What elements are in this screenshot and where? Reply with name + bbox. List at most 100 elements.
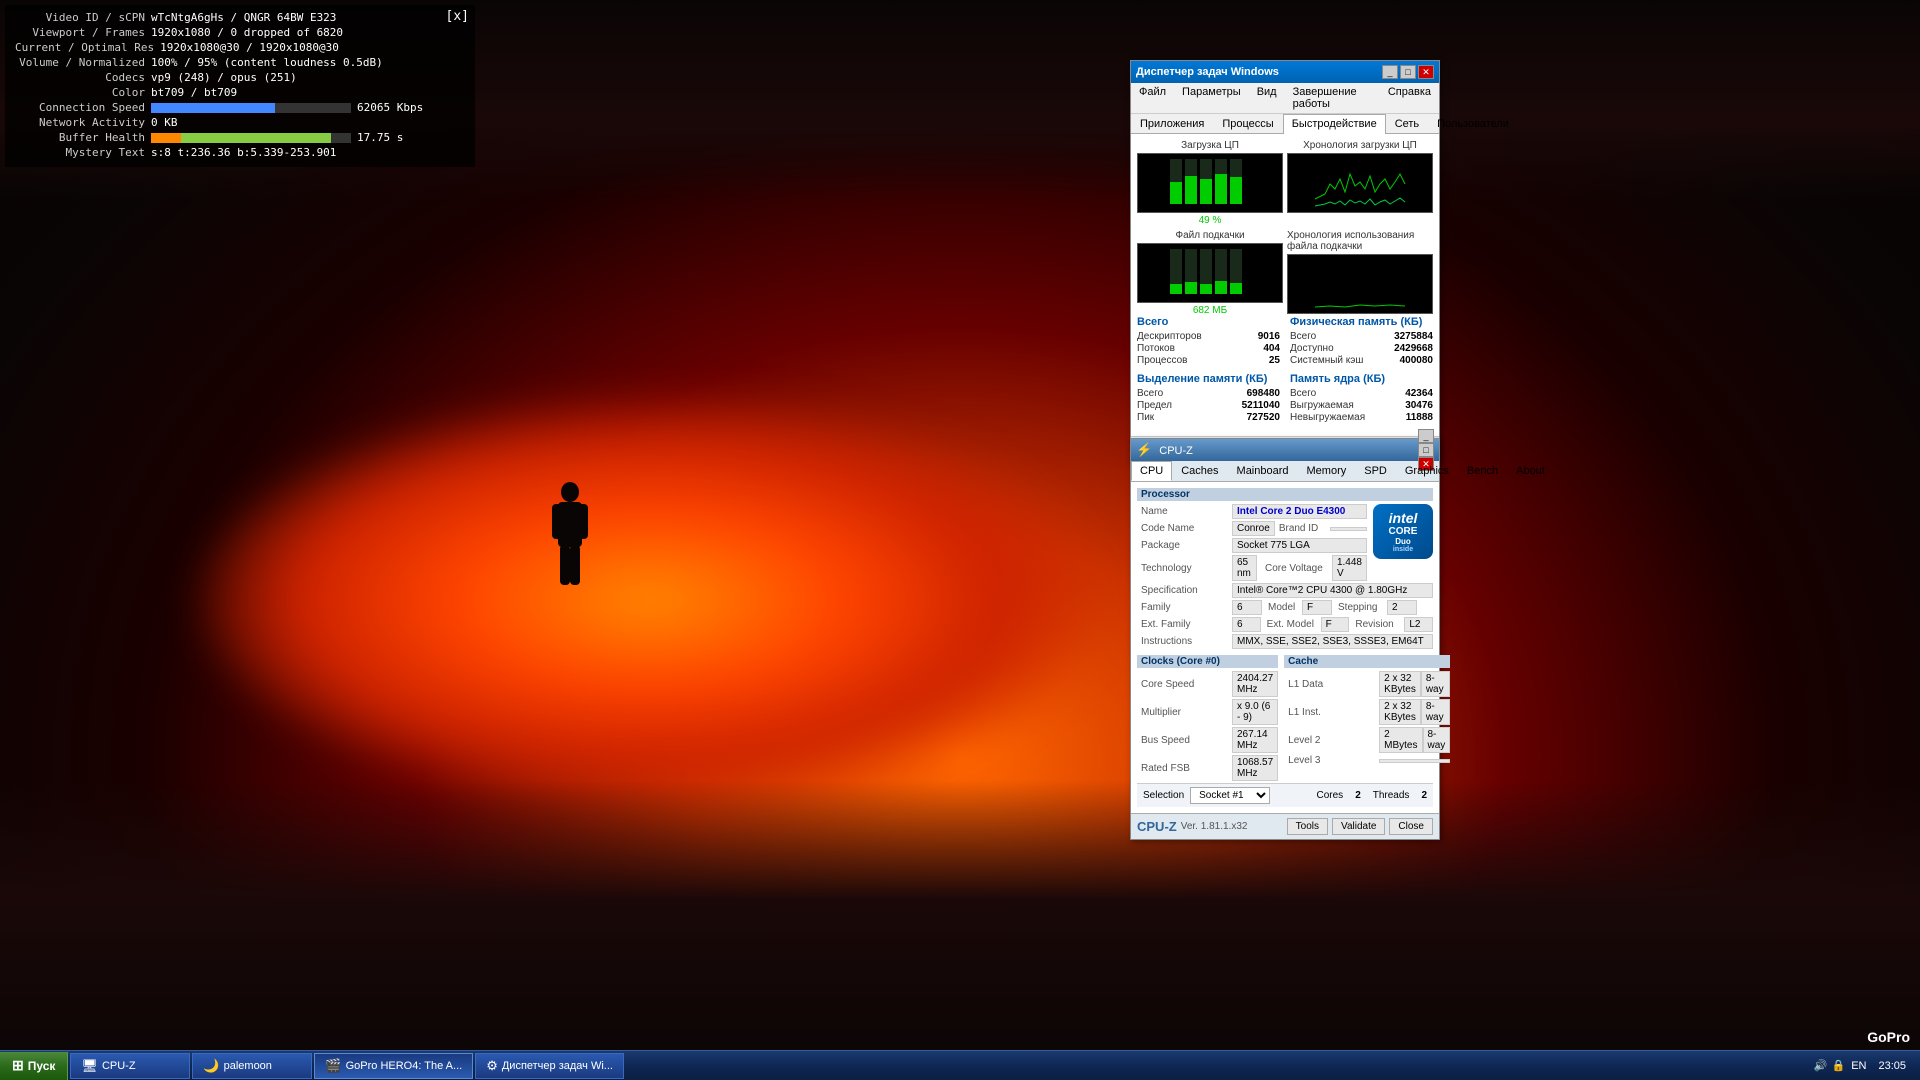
technology-label: Technology (1137, 563, 1232, 574)
ext-model-label: Ext. Model (1261, 619, 1321, 630)
level2-label: Level 2 (1284, 735, 1379, 746)
multiplier-value: x 9.0 (6 - 9) (1232, 699, 1278, 725)
level3-label: Level 3 (1284, 755, 1379, 766)
titlebar-buttons: _ □ ✕ (1382, 65, 1434, 79)
buffer-bar: 17.75 s (151, 131, 403, 144)
core-speed-value: 2404.27 MHz (1232, 671, 1278, 697)
pagefile-gauge (1137, 243, 1283, 303)
cpuz-tab-mainboard[interactable]: Mainboard (1228, 461, 1298, 481)
network-label: Network Activity (15, 116, 145, 129)
selection-label: Selection (1143, 790, 1184, 801)
network-value: 0 KB (151, 116, 178, 129)
volume-label: Volume / Normalized (15, 56, 145, 69)
menu-view[interactable]: Вид (1253, 85, 1281, 111)
cpuz-titlebar[interactable]: ⚡ CPU-Z _ □ ✕ (1131, 439, 1439, 461)
core-speed-label: Core Speed (1137, 679, 1232, 690)
taskbar-item-cpuz[interactable]: 🖥 CPU-Z (70, 1053, 190, 1079)
cpuz-tab-cpu[interactable]: CPU (1131, 461, 1172, 481)
tab-network[interactable]: Сеть (1386, 114, 1428, 133)
start-label: Пуск (28, 1059, 56, 1073)
threads-value: 2 (1421, 790, 1427, 801)
menu-params[interactable]: Параметры (1178, 85, 1245, 111)
cpuz-title: CPU-Z (1159, 445, 1193, 457)
selection-dropdown[interactable]: Socket #1 (1190, 787, 1270, 804)
pagefile-label: Файл подкачки (1175, 230, 1244, 241)
stepping-label: Stepping (1332, 602, 1387, 613)
commit-limit-value: 5211040 (1242, 400, 1280, 411)
video-info-close[interactable]: [x] (446, 9, 469, 24)
mystery-label: Mystery Text (15, 146, 145, 159)
cpu-gauge (1137, 153, 1283, 213)
cpuz-tab-memory[interactable]: Memory (1298, 461, 1356, 481)
systray-icon-1: 🔊 (1814, 1059, 1828, 1072)
ext-model-value: F (1321, 617, 1350, 632)
lava-effect (200, 400, 1100, 800)
phys-cache-label: Системный кэш (1290, 355, 1363, 366)
menu-shutdown[interactable]: Завершение работы (1289, 85, 1376, 111)
memory-section: Выделение памяти (КБ) Всего 698480 Преде… (1137, 373, 1433, 424)
close-button[interactable]: ✕ (1418, 65, 1434, 79)
pf-history-label: Хронология использования файла подкачки (1287, 230, 1433, 252)
systray-icons: 🔊 🔒 (1814, 1059, 1845, 1072)
taskbar-item-gopro[interactable]: 🎬 GoPro HERO4: The A... (314, 1053, 473, 1079)
tools-dropdown[interactable]: Tools (1287, 818, 1328, 835)
kernel-paged-label: Выгружаемая (1290, 400, 1354, 411)
taskbar-taskmanager-label: Диспетчер задач Wi... (502, 1060, 613, 1072)
taskbar: ⊞ Пуск 🖥 CPU-Z 🌙 palemoon 🎬 GoPro HERO4:… (0, 1050, 1920, 1080)
core-voltage-value: 1.448 V (1332, 555, 1367, 581)
taskbar-taskmanager-icon: ⚙ (486, 1058, 498, 1074)
cpuz-tab-caches[interactable]: Caches (1172, 461, 1227, 481)
commit-limit-label: Предел (1137, 400, 1172, 411)
cpu-history-display (1287, 153, 1433, 213)
processor-section: Processor Name Intel Core 2 Duo E4300 Co… (1137, 488, 1433, 649)
commit-total-value: 698480 (1247, 388, 1280, 399)
start-button[interactable]: ⊞ Пуск (0, 1052, 68, 1080)
cpuz-tab-graphics[interactable]: Graphics (1396, 461, 1458, 481)
cpuz-tab-about[interactable]: About (1507, 461, 1554, 481)
current-res-label: Current / Optimal Res (15, 41, 154, 54)
l1inst-ways: 8-way (1421, 699, 1450, 725)
taskbar-item-taskmanager[interactable]: ⚙ Диспетчер задач Wi... (475, 1053, 624, 1079)
cpuz-restore-button[interactable]: □ (1418, 443, 1434, 457)
cpuz-tab-spd[interactable]: SPD (1355, 461, 1396, 481)
rated-fsb-label: Rated FSB (1137, 763, 1232, 774)
stats-section: Всего Дескрипторов 9016 Потоков 404 Проц… (1137, 316, 1433, 367)
menu-help[interactable]: Справка (1384, 85, 1435, 111)
level2-ways: 8-way (1423, 727, 1451, 753)
stepping-value: 2 (1387, 600, 1417, 615)
tab-performance[interactable]: Быстродействие (1283, 114, 1386, 134)
tab-applications[interactable]: Приложения (1131, 114, 1213, 133)
connection-label: Connection Speed (15, 101, 145, 114)
codecs-value: vp9 (248) / opus (251) (151, 71, 297, 84)
cpuz-cpu-content: Processor Name Intel Core 2 Duo E4300 Co… (1131, 482, 1439, 813)
taskbar-item-palemoon[interactable]: 🌙 palemoon (192, 1053, 312, 1079)
color-value: bt709 / bt709 (151, 86, 237, 99)
l1data-ways: 8-way (1421, 671, 1450, 697)
task-manager-titlebar[interactable]: Диспетчер задач Windows _ □ ✕ (1131, 61, 1439, 83)
clocks-section: Clocks (Core #0) Core Speed 2404.27 MHz … (1137, 655, 1278, 783)
core-voltage-label: Core Voltage (1257, 563, 1332, 574)
clocks-section-title: Clocks (Core #0) (1137, 655, 1278, 668)
menu-file[interactable]: Файл (1135, 85, 1170, 111)
commit-col: Выделение памяти (КБ) Всего 698480 Преде… (1137, 373, 1280, 424)
cpuz-minimize-button[interactable]: _ (1418, 429, 1434, 443)
cpuz-tab-bench[interactable]: Bench (1458, 461, 1507, 481)
cores-value: 2 (1355, 790, 1361, 801)
restore-button[interactable]: □ (1400, 65, 1416, 79)
connection-bar: 62065 Kbps (151, 101, 423, 114)
processor-fields: Name Intel Core 2 Duo E4300 Code Name Co… (1137, 504, 1367, 583)
cpuz-brand: CPU-Z (1137, 819, 1177, 834)
taskbar-cpuz-label: CPU-Z (102, 1060, 136, 1072)
validate-button[interactable]: Validate (1332, 818, 1385, 835)
phys-total-value: 3275884 (1394, 331, 1433, 342)
cpuz-title-icon: ⚡ (1136, 442, 1152, 457)
tab-users[interactable]: Пользователи (1428, 114, 1518, 133)
multiplier-label: Multiplier (1137, 707, 1232, 718)
cpu-history-label: Хронология загрузки ЦП (1303, 140, 1417, 151)
model-value: F (1302, 600, 1332, 615)
close-cpuz-button[interactable]: Close (1389, 818, 1433, 835)
package-value: Socket 775 LGA (1232, 538, 1367, 553)
pf-history-display (1287, 254, 1433, 314)
tab-processes[interactable]: Процессы (1213, 114, 1282, 133)
minimize-button[interactable]: _ (1382, 65, 1398, 79)
